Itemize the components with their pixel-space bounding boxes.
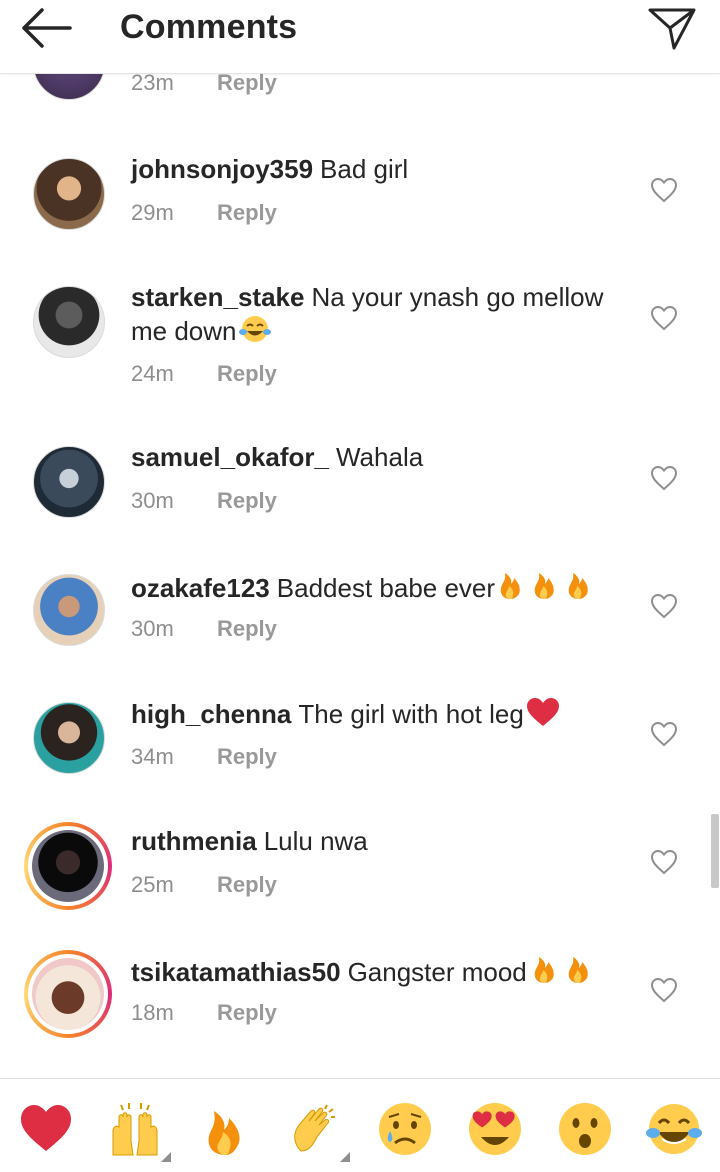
- comment-item: ruthmenia Lulu nwa 25m Reply: [0, 822, 720, 942]
- reply-button[interactable]: Reply: [217, 872, 277, 898]
- skin-tone-indicator: [161, 1152, 171, 1162]
- avatar[interactable]: [33, 158, 105, 230]
- heart-outline-icon[interactable]: [650, 977, 678, 1003]
- avatar: [32, 958, 104, 1030]
- tears-of-joy-emoji: [238, 316, 271, 342]
- tears-of-joy-face-icon[interactable]: [646, 1101, 702, 1157]
- astonished-face-icon[interactable]: [557, 1101, 613, 1157]
- emoji-reaction-bar: [0, 1078, 720, 1172]
- comment-username[interactable]: tsikatamathias50: [131, 957, 341, 987]
- fire-icon[interactable]: [198, 1101, 254, 1157]
- crying-face-icon[interactable]: [377, 1101, 433, 1157]
- avatar[interactable]: [33, 702, 105, 774]
- scrollbar[interactable]: [711, 814, 719, 888]
- comment-username[interactable]: samuel_okafor_: [131, 442, 329, 472]
- avatar[interactable]: [33, 446, 105, 518]
- comment-time: 29m: [131, 200, 174, 225]
- comment-text: Baddest babe ever: [276, 573, 496, 603]
- comment-username[interactable]: johnsonjoy359: [131, 154, 313, 184]
- raising-hands-icon[interactable]: [107, 1101, 163, 1157]
- fire-icon: [568, 573, 588, 599]
- reply-button[interactable]: Reply: [217, 1000, 277, 1026]
- comment-username[interactable]: high_chenna: [131, 699, 291, 729]
- comment-time: 30m: [131, 488, 174, 513]
- fire-icon: [500, 573, 520, 599]
- reply-button[interactable]: Reply: [217, 616, 277, 642]
- fire-icon: [568, 957, 588, 983]
- avatar-story-ring[interactable]: [24, 950, 112, 1038]
- red-heart-emoji: [526, 698, 559, 726]
- avatar-story-ring[interactable]: [24, 822, 112, 910]
- heart-outline-icon[interactable]: [650, 305, 678, 331]
- avatar[interactable]: [33, 574, 105, 646]
- avatar: [32, 830, 104, 902]
- comment-item: samuel_okafor_ Wahala 30m Reply: [0, 438, 720, 558]
- heart-eyes-face-icon[interactable]: [467, 1101, 523, 1157]
- comments-screen: 23m Reply johnsonjoy359 Bad girl 29m Repl…: [0, 0, 720, 1172]
- comment-time: 30m: [131, 616, 174, 641]
- heart-outline-icon[interactable]: [650, 721, 678, 747]
- comments-list[interactable]: 23m Reply johnsonjoy359 Bad girl 29m Repl…: [0, 0, 720, 1078]
- page-title: Comments: [120, 8, 298, 46]
- comment-time: 34m: [131, 744, 174, 769]
- comment-time: 24m: [131, 361, 174, 386]
- avatar[interactable]: [33, 286, 105, 358]
- comment-text: Lulu nwa: [263, 826, 368, 856]
- fire-icon: [534, 573, 554, 599]
- skin-tone-indicator: [340, 1152, 350, 1162]
- comment-username[interactable]: ozakafe123: [131, 573, 270, 603]
- fire-emoji-group: [534, 957, 588, 983]
- comment-text: Bad girl: [320, 154, 409, 184]
- heart-outline-icon[interactable]: [650, 849, 678, 875]
- comment-item: starken_stake Na your ynash go mellow me …: [0, 278, 720, 398]
- reply-button[interactable]: Reply: [217, 488, 277, 514]
- comment-item: johnsonjoy359 Bad girl 29m Reply: [0, 150, 720, 270]
- comment-text: Wahala: [335, 442, 424, 472]
- comment-username[interactable]: ruthmenia: [131, 826, 257, 856]
- comment-item: high_chenna The girl with hot leg 34m Rep…: [0, 694, 720, 814]
- comment-username[interactable]: starken_stake: [131, 282, 304, 312]
- heart-outline-icon[interactable]: [650, 177, 678, 203]
- fire-emoji-group: [500, 573, 588, 599]
- direct-share-icon[interactable]: [646, 2, 698, 54]
- heart-outline-icon[interactable]: [650, 593, 678, 619]
- fire-icon: [534, 957, 554, 983]
- back-arrow-icon[interactable]: [18, 6, 78, 50]
- reply-button[interactable]: Reply: [217, 200, 277, 226]
- top-bar: Comments: [0, 0, 720, 74]
- comment-text: Gangster mood: [347, 957, 527, 987]
- clapping-hands-icon[interactable]: [287, 1101, 343, 1157]
- comment-text: The girl with hot leg: [298, 699, 524, 729]
- comment-item: ozakafe123 Baddest babe ever 30m Reply: [0, 566, 720, 686]
- comment-time: 18m: [131, 1000, 174, 1025]
- reply-button[interactable]: Reply: [217, 361, 277, 387]
- comment-time: 25m: [131, 872, 174, 897]
- heart-outline-icon[interactable]: [650, 465, 678, 491]
- red-heart-icon[interactable]: [18, 1101, 74, 1157]
- reply-button[interactable]: Reply: [217, 744, 277, 770]
- comment-item: tsikatamathias50 Gangster mood 18m Reply: [0, 950, 720, 1070]
